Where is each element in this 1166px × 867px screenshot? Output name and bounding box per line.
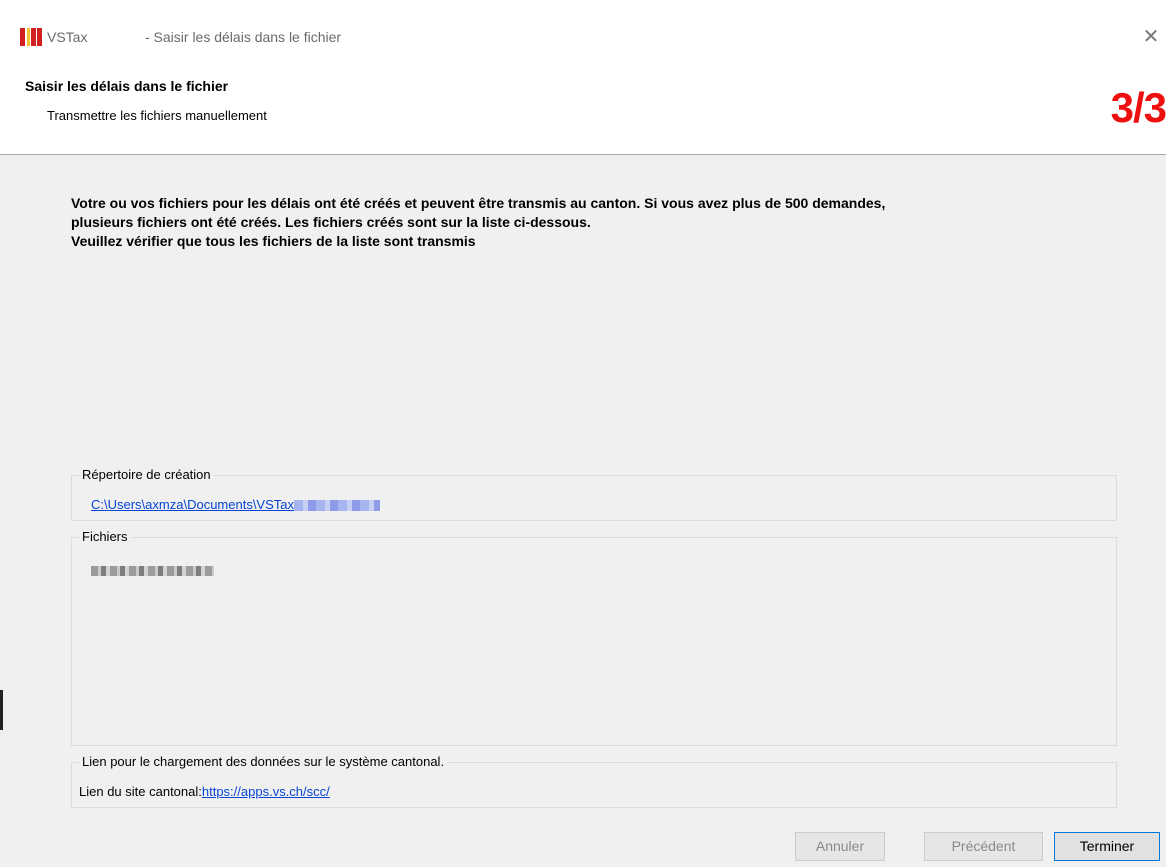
file-list-item[interactable]	[91, 564, 214, 579]
window-edge	[0, 690, 3, 730]
creation-dir-legend: Répertoire de création	[79, 467, 214, 483]
step-indicator: 3/3	[1110, 84, 1166, 131]
page-title: Saisir les délais dans le fichier	[25, 78, 229, 94]
wizard-header: Saisir les délais dans le fichier Transm…	[0, 58, 1166, 155]
finish-button[interactable]: Terminer	[1054, 832, 1160, 861]
info-message: Votre ou vos fichiers pour les délais on…	[71, 194, 1151, 251]
canton-site-label: Lien du site cantonal:	[79, 784, 202, 799]
window-title: - Saisir les délais dans le fichier	[145, 29, 342, 45]
window-app-name: VSTax	[47, 29, 88, 45]
creation-dir-group: Répertoire de création C:\Users\axmza\Do…	[71, 467, 1117, 521]
message-line-3: Veuillez vérifier que tous les fichiers …	[71, 233, 476, 249]
upload-legend: Lien pour le chargement des données sur …	[79, 754, 448, 770]
close-icon[interactable]: ✕	[1136, 24, 1166, 50]
upload-link-group: Lien pour le chargement des données sur …	[71, 754, 1117, 808]
files-group: Fichiers	[71, 529, 1117, 746]
vstax-logo-icon	[20, 28, 42, 46]
page-subtitle: Transmettre les fichiers manuellement	[47, 108, 267, 123]
message-line-2: plusieurs fichiers ont été créés. Les fi…	[71, 214, 591, 230]
files-list[interactable]	[73, 552, 1113, 742]
creation-dir-link[interactable]: C:\Users\axmza\Documents\VSTax	[91, 497, 294, 512]
files-legend: Fichiers	[79, 529, 131, 545]
redacted-path	[294, 500, 381, 512]
redacted-filename	[91, 566, 214, 576]
message-line-1: Votre ou vos fichiers pour les délais on…	[71, 195, 886, 211]
title-bar[interactable]: VSTax - Saisir les délais dans le fichie…	[0, 0, 1166, 58]
previous-button[interactable]: Précédent	[924, 832, 1043, 861]
canton-site-link[interactable]: https://apps.vs.ch/scc/	[202, 784, 330, 799]
cancel-button[interactable]: Annuler	[795, 832, 885, 861]
